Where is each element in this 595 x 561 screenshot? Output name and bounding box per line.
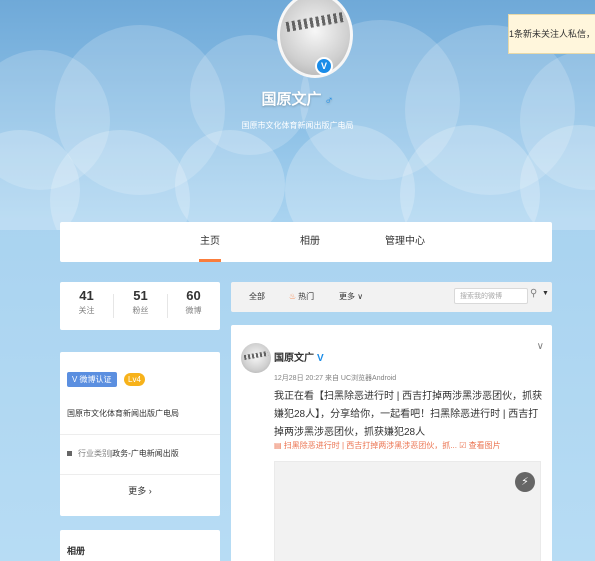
post-media-preview[interactable]: ⚡ — [274, 461, 541, 561]
profile-tab-bar: 主页 相册 管理中心 — [60, 222, 552, 262]
stat-weibo[interactable]: 60 微博 — [167, 288, 220, 316]
industry-key: 行业类别 — [78, 449, 110, 458]
stat-followers-count: 51 — [133, 288, 148, 303]
album-title[interactable]: 相册 — [67, 544, 85, 557]
profile-name-text: 国原文广 — [261, 91, 322, 108]
profile-name: 国原文广 ♂ — [0, 88, 595, 109]
stat-weibo-count: 60 — [186, 288, 201, 303]
stat-followers[interactable]: 51 粉丝 — [114, 288, 167, 316]
tab-management[interactable]: 管理中心 — [370, 222, 440, 262]
album-card: 相册 — [60, 530, 220, 561]
verification-more-link[interactable]: 更多 › — [60, 484, 220, 497]
fire-icon: ♨ — [289, 292, 297, 301]
stat-following[interactable]: 41 关注 — [60, 288, 113, 316]
post-avatar[interactable] — [241, 343, 271, 373]
male-icon: ♂ — [324, 93, 334, 107]
search-dropdown-icon[interactable]: ▼ — [542, 290, 549, 297]
weibo-post: 国原文广 V ∨ 12月28日 20:27 来自 UC浏览器Android 我正在… — [231, 325, 552, 561]
post-text: 我正在看【扫黑除恶进行时 | 西吉打掉两涉黑涉恶团伙，抓获嫌犯28人】，分享给你… — [274, 391, 543, 438]
stat-following-count: 41 — [79, 288, 94, 303]
private-message-notice[interactable]: 1条新未关注人私信，查看 — [508, 14, 595, 54]
filter-hot-label: 热门 — [298, 292, 315, 301]
weibo-search-input[interactable]: 搜索我的微博 — [454, 288, 528, 304]
verification-description: 国原市文化体育新闻出版广电局 — [67, 409, 179, 418]
notice-text: 1条新未关注人私信， — [509, 29, 595, 39]
post-links[interactable]: ▤ 扫黑除恶进行时 | 西吉打掉两涉黑涉恶团伙，抓... ☑ 查看图片 — [274, 440, 501, 451]
weibo-verified-tag[interactable]: V 微博认证 — [67, 372, 117, 387]
avatar-calligraphy — [285, 12, 345, 32]
stat-following-label: 关注 — [78, 306, 95, 315]
verified-badge-icon: V — [315, 57, 333, 75]
feed-filter-bar: 全部 ♨ 热门 更多 ∨ 搜索我的微博 ⚲ ▼ — [231, 282, 552, 312]
stat-weibo-label: 微博 — [185, 306, 202, 315]
avatar-calligraphy — [243, 350, 269, 361]
post-meta: 12月28日 20:27 来自 UC浏览器Android — [274, 375, 397, 382]
flash-icon[interactable]: ⚡ — [515, 472, 535, 492]
tab-album[interactable]: 相册 — [280, 222, 340, 262]
search-icon[interactable]: ⚲ — [530, 288, 537, 299]
tab-home[interactable]: 主页 — [180, 222, 240, 262]
filter-all[interactable]: 全部 — [249, 282, 265, 312]
divider — [60, 474, 220, 475]
profile-description: 国原市文化体育新闻出版广电局 — [241, 121, 354, 130]
industry-value: 政务-广电新闻出版 — [112, 449, 179, 458]
divider — [60, 434, 220, 435]
filter-more[interactable]: 更多 ∨ — [339, 282, 363, 312]
verified-v-icon: V — [317, 353, 324, 364]
industry-bullet-icon — [67, 451, 72, 457]
stats-card: 41 关注 51 粉丝 60 微博 — [60, 282, 220, 330]
industry-row: 行业类别|政务-广电新闻出版 — [67, 448, 179, 459]
verification-card: V 微博认证 Lv4 国原市文化体育新闻出版广电局 行业类别|政务-广电新闻出版… — [60, 352, 220, 516]
filter-hot[interactable]: ♨ 热门 — [289, 282, 314, 312]
stat-followers-label: 粉丝 — [132, 306, 149, 315]
post-menu-chevron-icon[interactable]: ∨ — [537, 341, 544, 352]
level-badge[interactable]: Lv4 — [124, 373, 145, 386]
post-author-name: 国原文广 — [274, 353, 314, 364]
post-author[interactable]: 国原文广 V — [274, 349, 324, 364]
